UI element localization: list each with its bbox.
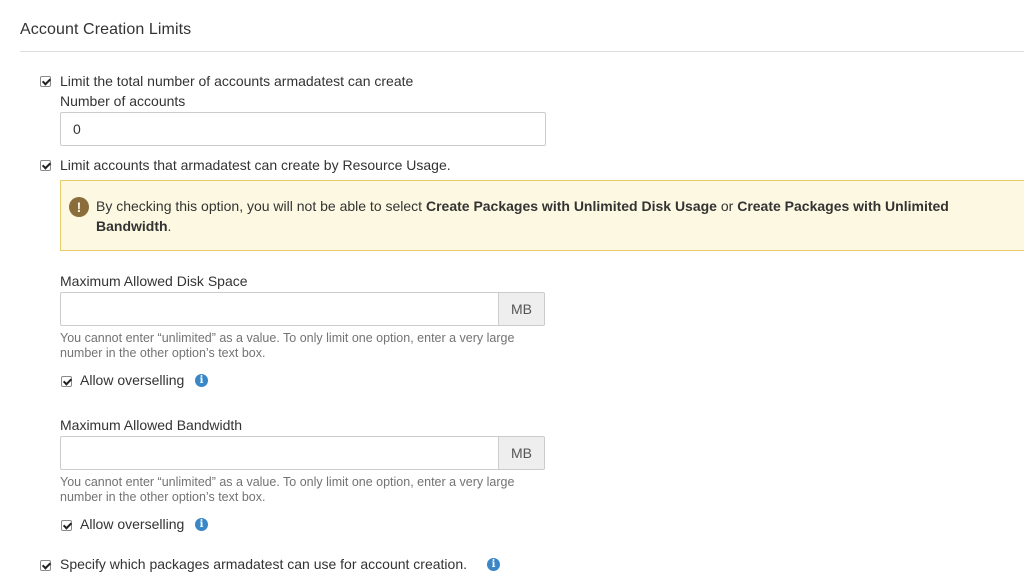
- disk-unit-addon: MB: [498, 292, 545, 326]
- specify-packages-checkbox[interactable]: [40, 560, 51, 571]
- bandwidth-unit-addon: MB: [498, 436, 545, 470]
- limit-total-accounts-label: Limit the total number of accounts armad…: [60, 73, 414, 89]
- max-bandwidth-input[interactable]: [60, 436, 498, 470]
- disk-help-text: You cannot enter “unlimited” as a value.…: [60, 331, 515, 360]
- limit-total-accounts-checkbox[interactable]: [40, 76, 51, 87]
- section-divider: [20, 51, 1024, 52]
- bandwidth-allow-overselling-checkbox[interactable]: [61, 520, 72, 531]
- warning-message: By checking this option, you will not be…: [96, 198, 949, 234]
- info-icon[interactable]: i: [195, 518, 208, 531]
- info-icon[interactable]: i: [195, 374, 208, 387]
- disk-allow-overselling-checkbox[interactable]: [61, 376, 72, 387]
- max-disk-space-input[interactable]: [60, 292, 498, 326]
- specify-packages-label: Specify which packages armadatest can us…: [60, 556, 467, 572]
- max-bandwidth-group: MB: [60, 436, 545, 470]
- disk-allow-overselling-label: Allow overselling: [80, 372, 185, 388]
- section-title: Account Creation Limits: [20, 21, 192, 38]
- number-of-accounts-label: Number of accounts: [60, 93, 186, 109]
- info-icon[interactable]: i: [487, 558, 500, 571]
- exclamation-icon: !: [69, 197, 89, 217]
- number-of-accounts-input[interactable]: [60, 112, 546, 146]
- bandwidth-help-text: You cannot enter “unlimited” as a value.…: [60, 475, 515, 504]
- bandwidth-allow-overselling-label: Allow overselling: [80, 516, 185, 532]
- max-disk-space-group: MB: [60, 292, 545, 326]
- limit-resource-usage-label: Limit accounts that armadatest can creat…: [60, 157, 451, 173]
- account-creation-limits-page: Account Creation Limits Limit the total …: [0, 0, 1024, 576]
- max-disk-space-label: Maximum Allowed Disk Space: [60, 273, 248, 289]
- max-bandwidth-label: Maximum Allowed Bandwidth: [60, 417, 243, 433]
- limit-resource-usage-checkbox[interactable]: [40, 160, 51, 171]
- resource-usage-warning: ! By checking this option, you will not …: [60, 180, 1024, 251]
- warning-bold-disk: Create Packages with Unlimited Disk Usag…: [425, 198, 717, 214]
